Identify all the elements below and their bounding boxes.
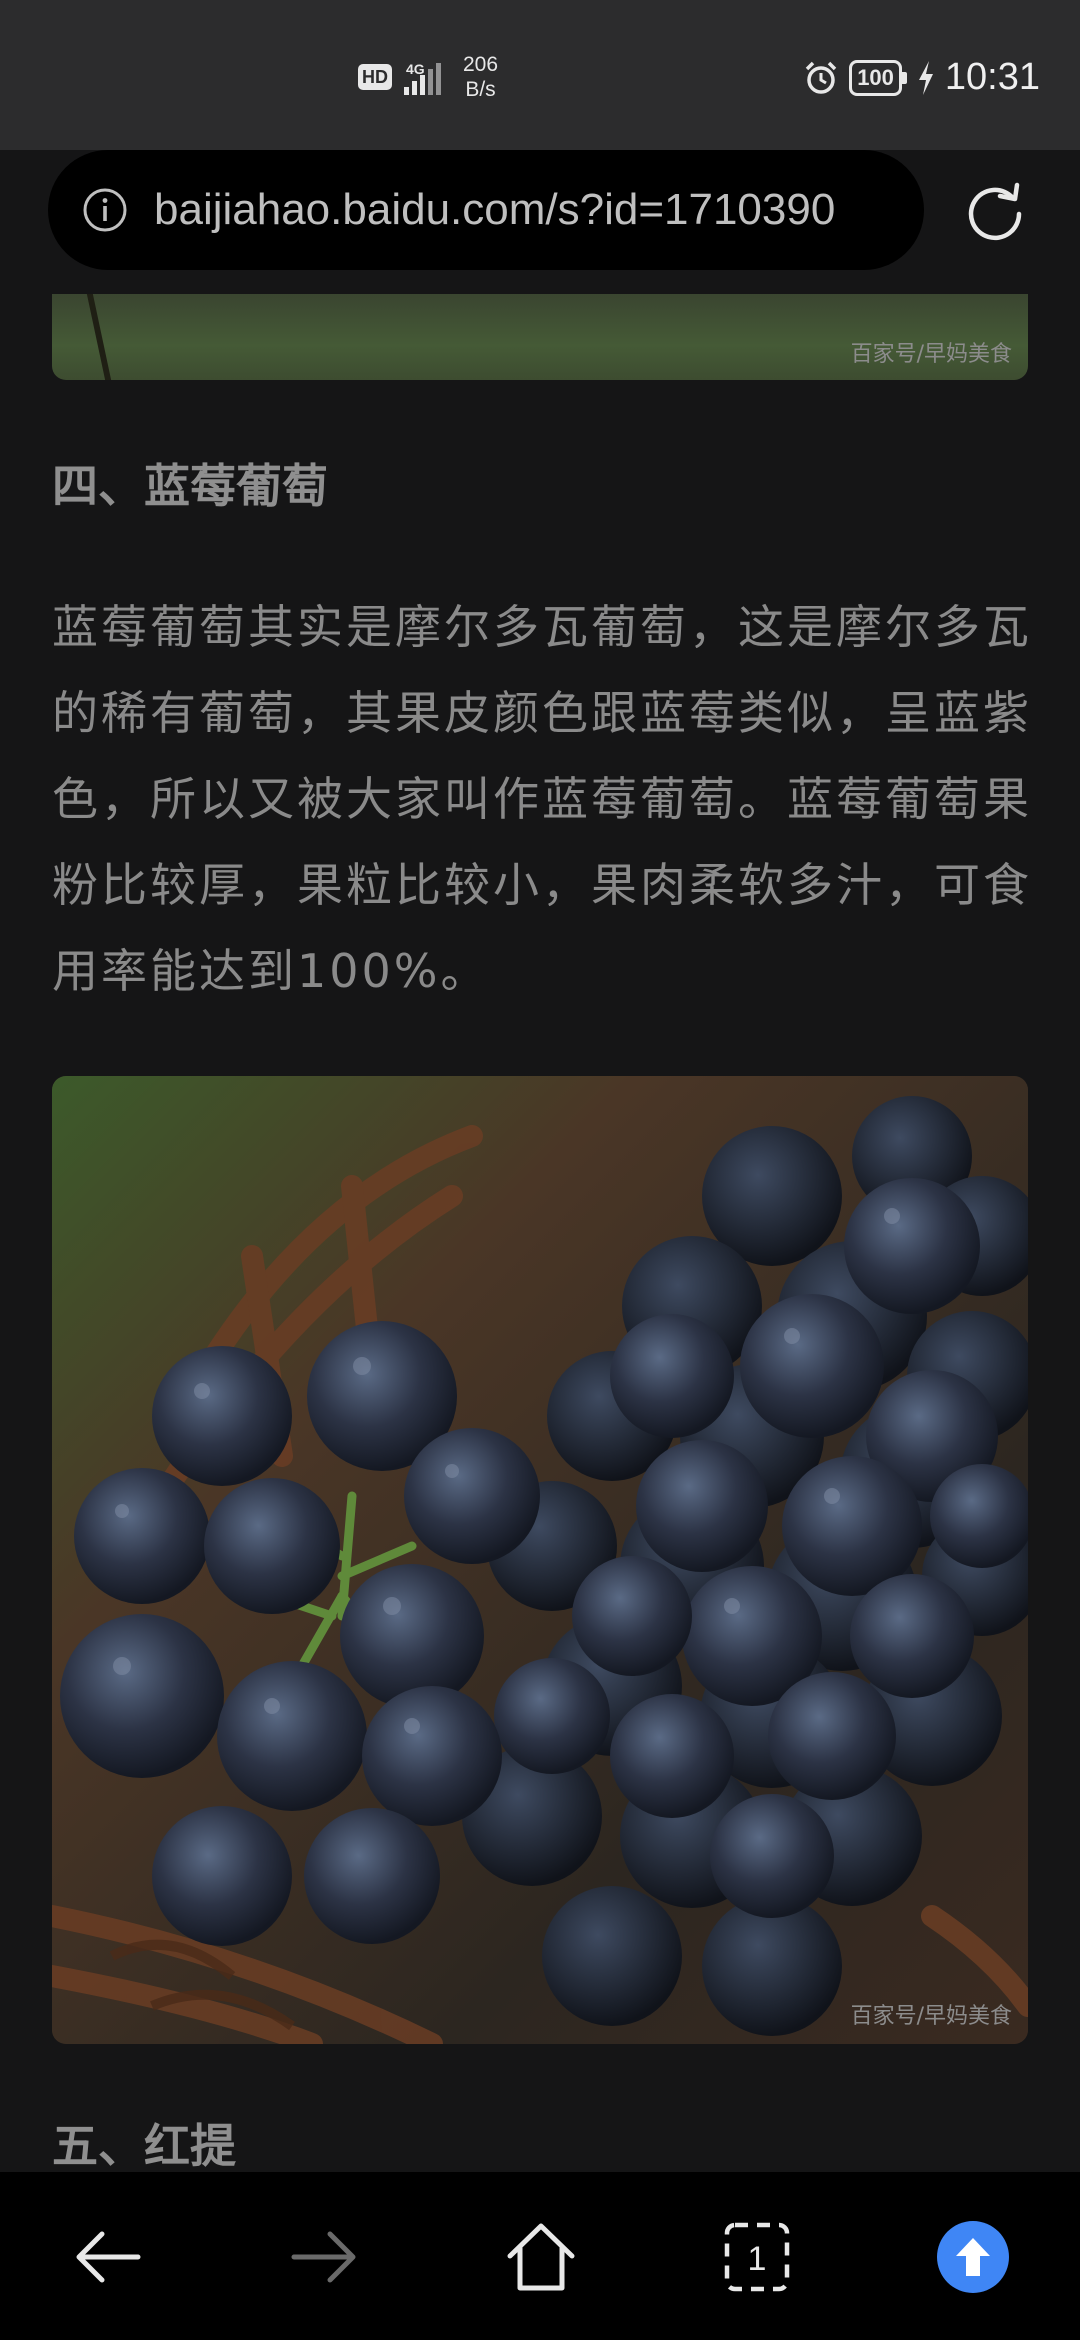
section-heading: 四、蓝莓葡萄	[52, 459, 328, 513]
info-icon[interactable]	[82, 187, 128, 233]
signal-icon: 4G	[402, 59, 441, 95]
address-bar[interactable]: baijiahao.baidu.com/s?id=1710390	[48, 150, 924, 270]
back-arrow-icon[interactable]	[62, 2212, 152, 2302]
forward-arrow-icon[interactable]	[280, 2212, 370, 2302]
reload-icon[interactable]	[962, 178, 1028, 244]
battery-level: 100	[849, 59, 902, 96]
network-indicators: HD 4G 206 B/s	[358, 52, 498, 102]
article-content[interactable]: 百家号/早妈美食 四、蓝莓葡萄 蓝莓葡萄其实是摩尔多瓦葡萄，这是摩尔多瓦的稀有葡…	[0, 294, 1080, 2170]
network-speed: 206 B/s	[463, 52, 498, 102]
scroll-to-top-icon[interactable]	[928, 2212, 1018, 2302]
bottom-navigation: 1	[0, 2172, 1080, 2340]
tab-count: 1	[748, 2240, 767, 2278]
home-icon[interactable]	[496, 2212, 586, 2302]
status-right: 100 10:31	[803, 56, 1040, 99]
alarm-icon	[805, 61, 837, 94]
speed-unit: B/s	[465, 78, 496, 101]
section-heading-next: 五、红提	[52, 2119, 236, 2170]
status-bar: HD 4G 206 B/s 100 10:31 baijiahao.baidu.…	[0, 0, 1080, 270]
url-text[interactable]: baijiahao.baidu.com/s?id=1710390	[154, 185, 914, 235]
article-image-partial: 百家号/早妈美食	[52, 294, 1028, 380]
speed-value: 206	[463, 53, 499, 76]
tabs-icon[interactable]: 1	[712, 2212, 802, 2302]
section-paragraph: 蓝莓葡萄其实是摩尔多瓦葡萄，这是摩尔多瓦的稀有葡萄，其果皮颜色跟蓝莓类似，呈蓝紫…	[52, 600, 1032, 998]
image-watermark: 百家号/早妈美食	[850, 342, 1012, 367]
network-type: 4G	[406, 61, 425, 77]
photo-watermark: 百家号/早妈美食	[850, 2004, 1012, 2029]
hd-badge: HD	[358, 64, 392, 90]
clock: 10:31	[944, 56, 1040, 98]
grapes-photo[interactable]: 百家号/早妈美食	[52, 1076, 1028, 2044]
charging-icon	[918, 60, 933, 95]
battery-icon: 100	[849, 59, 907, 96]
grapes-illustration	[52, 1076, 1028, 2044]
